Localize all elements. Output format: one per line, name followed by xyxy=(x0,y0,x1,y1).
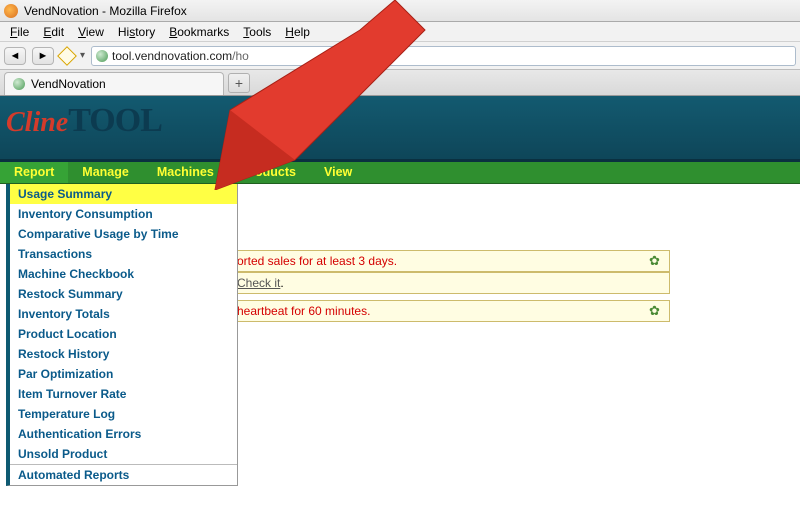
check-it-link[interactable]: Check it xyxy=(237,276,280,290)
menu-file[interactable]: File xyxy=(4,23,35,41)
dropdown-restock-summary[interactable]: Restock Summary xyxy=(10,284,237,304)
url-text: tool.vendnovation.com/ho xyxy=(112,49,249,63)
dropdown-product-location[interactable]: Product Location xyxy=(10,324,237,344)
back-button[interactable]: ◄ xyxy=(4,47,26,65)
browser-toolbar: ◄ ► ▾ tool.vendnovation.com/ho xyxy=(0,42,800,70)
alert-row-checkit: Check it. xyxy=(230,272,670,294)
dropdown-inventory-totals[interactable]: Inventory Totals xyxy=(10,304,237,324)
tab-title: VendNovation xyxy=(31,77,106,91)
forward-button[interactable]: ► xyxy=(32,47,54,65)
window-titlebar: VendNovation - Mozilla Firefox xyxy=(0,0,800,22)
new-tab-button[interactable]: + xyxy=(228,73,250,93)
browser-menubar: File Edit View History Bookmarks Tools H… xyxy=(0,22,800,42)
nav-machines[interactable]: Machines xyxy=(143,162,228,183)
menu-tools[interactable]: Tools xyxy=(237,23,277,41)
app-header: ClineTOOL xyxy=(0,96,800,162)
dropdown-par-optimization[interactable]: Par Optimization xyxy=(10,364,237,384)
menu-edit[interactable]: Edit xyxy=(37,23,70,41)
logo-part1: Cline xyxy=(6,107,68,138)
dropdown-automated-reports[interactable]: Automated Reports xyxy=(10,464,237,485)
menu-history[interactable]: History xyxy=(112,23,161,41)
browser-tabbar: VendNovation + xyxy=(0,70,800,96)
menu-bookmarks[interactable]: Bookmarks xyxy=(163,23,235,41)
dropdown-temperature-log[interactable]: Temperature Log xyxy=(10,404,237,424)
dropdown-transactions[interactable]: Transactions xyxy=(10,244,237,264)
dropdown-item-turnover[interactable]: Item Turnover Rate xyxy=(10,384,237,404)
app-logo: ClineTOOL xyxy=(6,102,162,140)
dropdown-usage-summary[interactable]: Usage Summary xyxy=(10,184,237,204)
dropdown-machine-checkbook[interactable]: Machine Checkbook xyxy=(10,264,237,284)
content-area: Usage Summary Inventory Consumption Comp… xyxy=(0,184,800,504)
gear-icon[interactable] xyxy=(649,304,663,318)
menu-help[interactable]: Help xyxy=(279,23,316,41)
dropdown-unsold-product[interactable]: Unsold Product xyxy=(10,444,237,464)
firefox-icon xyxy=(4,4,18,18)
nav-products[interactable]: Products xyxy=(228,162,310,183)
globe-icon xyxy=(96,50,108,62)
nav-manage[interactable]: Manage xyxy=(68,162,143,183)
alert-row-heartbeat: heartbeat for 60 minutes. xyxy=(230,300,670,322)
alert-text-sales: orted sales for at least 3 days. xyxy=(237,254,397,268)
dropdown-auth-errors[interactable]: Authentication Errors xyxy=(10,424,237,444)
alert-text-heartbeat: heartbeat for 60 minutes. xyxy=(237,304,370,318)
menu-view[interactable]: View xyxy=(72,23,110,41)
edit-icon[interactable] xyxy=(57,46,77,66)
alert-text-checkit: Check it. xyxy=(237,276,284,290)
report-dropdown: Usage Summary Inventory Consumption Comp… xyxy=(6,184,238,486)
nav-report[interactable]: Report xyxy=(0,162,68,183)
alert-row-sales: orted sales for at least 3 days. xyxy=(230,250,670,272)
nav-view[interactable]: View xyxy=(310,162,366,183)
window-title: VendNovation - Mozilla Firefox xyxy=(24,4,187,18)
favicon-icon xyxy=(13,78,25,90)
gear-icon[interactable] xyxy=(649,254,663,268)
dropdown-caret-icon[interactable]: ▾ xyxy=(80,50,85,61)
logo-part2: TOOL xyxy=(68,102,162,139)
address-bar[interactable]: tool.vendnovation.com/ho xyxy=(91,46,796,66)
dropdown-comparative-usage[interactable]: Comparative Usage by Time xyxy=(10,224,237,244)
dropdown-restock-history[interactable]: Restock History xyxy=(10,344,237,364)
dropdown-inventory-consumption[interactable]: Inventory Consumption xyxy=(10,204,237,224)
main-nav: Report Manage Machines Products View xyxy=(0,162,800,184)
browser-tab[interactable]: VendNovation xyxy=(4,72,224,95)
